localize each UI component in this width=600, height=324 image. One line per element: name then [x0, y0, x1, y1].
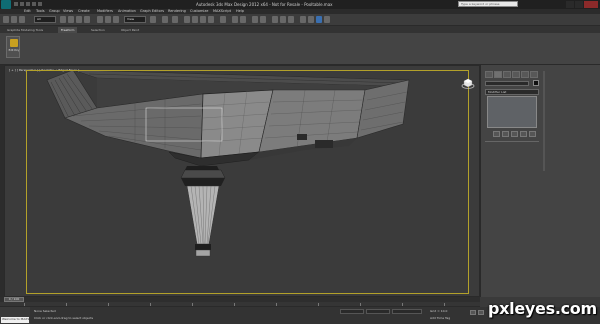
- rotate-icon[interactable]: [105, 16, 111, 23]
- prompt-line: Click or click-and-drag to select object…: [34, 316, 94, 320]
- perspective-viewport[interactable]: [ + ] [ Perspective ] [ Realistic + Edge…: [4, 65, 480, 297]
- maxscript-listener-input[interactable]: Welcome to MAXScript: [1, 317, 36, 323]
- select-object-icon[interactable]: [60, 16, 66, 23]
- ruler-tick: [234, 303, 235, 306]
- ruler-tick: [444, 303, 445, 306]
- rendered-frame-icon[interactable]: [308, 16, 314, 23]
- grid-spacing: Grid = 10.0: [430, 309, 448, 313]
- motion-tab-icon[interactable]: [512, 71, 520, 78]
- make-unique-icon[interactable]: [511, 131, 518, 137]
- remove-modifier-icon[interactable]: [520, 131, 527, 137]
- align-icon[interactable]: [240, 16, 246, 23]
- command-panel: Modifier List: [480, 65, 600, 297]
- command-panel-scrollbar[interactable]: [543, 71, 545, 171]
- create-tab-icon[interactable]: [485, 71, 493, 78]
- scale-icon[interactable]: [113, 16, 119, 23]
- set-key-button[interactable]: [478, 310, 484, 315]
- search-input[interactable]: Type a keyword or phrase: [458, 1, 518, 7]
- new-file-icon[interactable]: [14, 2, 18, 6]
- ruler-tick: [66, 303, 67, 306]
- render-teapot-icon[interactable]: [324, 16, 330, 23]
- ruler-tick: [108, 303, 109, 306]
- edit-poly-icon: [10, 39, 18, 47]
- object-color-swatch[interactable]: [533, 80, 539, 86]
- hierarchy-tab-icon[interactable]: [503, 71, 511, 78]
- undo-icon[interactable]: [32, 2, 36, 6]
- selection-region-icon[interactable]: [76, 16, 82, 23]
- graphite-toggle-icon[interactable]: [260, 16, 266, 23]
- ruler-tick: [276, 303, 277, 306]
- layer-manager-icon[interactable]: [252, 16, 258, 23]
- close-button[interactable]: [584, 1, 598, 8]
- x-coordinate-field[interactable]: [340, 309, 364, 314]
- ruler-tick: [150, 303, 151, 306]
- ruler-tick: [24, 303, 25, 306]
- schematic-view-icon[interactable]: [280, 16, 286, 23]
- select-and-manipulate-icon[interactable]: [162, 16, 168, 23]
- redo-icon[interactable]: [11, 16, 17, 23]
- object-name-field[interactable]: [485, 81, 529, 86]
- y-coordinate-field[interactable]: [366, 309, 390, 314]
- viewcube-icon[interactable]: [461, 76, 475, 90]
- select-link-icon[interactable]: [19, 16, 25, 23]
- modify-tab-icon[interactable]: [494, 71, 502, 78]
- main-toolbar: All View: [0, 14, 600, 26]
- selection-status: None Selected: [34, 309, 56, 313]
- curve-editor-icon[interactable]: [272, 16, 278, 23]
- selection-filter-dropdown[interactable]: All: [34, 16, 56, 23]
- auto-key-button[interactable]: [470, 310, 476, 315]
- ruler-tick: [318, 303, 319, 306]
- ribbon-panel: Edit Poly: [0, 33, 600, 65]
- open-file-icon[interactable]: [20, 2, 24, 6]
- snap-toggle-icon[interactable]: [184, 16, 190, 23]
- maximize-button[interactable]: [575, 1, 583, 8]
- keyboard-shortcut-icon[interactable]: [172, 16, 178, 23]
- app-logo-icon[interactable]: [1, 0, 11, 9]
- material-editor-icon[interactable]: [288, 16, 294, 23]
- configure-modifier-sets-icon[interactable]: [529, 131, 536, 137]
- minimize-button[interactable]: [566, 1, 574, 8]
- pin-stack-icon[interactable]: [493, 131, 500, 137]
- command-panel-tabs: [485, 71, 539, 78]
- redo-icon[interactable]: [38, 2, 42, 6]
- ribbon-tab-bar: Graphite Modeling Tools Freeform Selecti…: [0, 26, 600, 33]
- window-crossing-icon[interactable]: [84, 16, 90, 23]
- safe-frame: [26, 70, 469, 294]
- pxleyes-watermark: pxleyes.com: [488, 299, 597, 318]
- display-tab-icon[interactable]: [521, 71, 529, 78]
- reference-coordinate-dropdown[interactable]: View: [124, 16, 146, 23]
- add-time-tag-button[interactable]: Add Time Tag: [430, 316, 450, 320]
- percent-snap-icon[interactable]: [200, 16, 206, 23]
- render-production-icon[interactable]: [316, 16, 322, 23]
- edit-poly-label: Edit Poly: [8, 49, 20, 52]
- ruler-tick: [402, 303, 403, 306]
- select-by-name-icon[interactable]: [68, 16, 74, 23]
- ruler-tick: [360, 303, 361, 306]
- move-icon[interactable]: [97, 16, 103, 23]
- edit-poly-button[interactable]: Edit Poly: [6, 36, 20, 58]
- mirror-icon[interactable]: [232, 16, 238, 23]
- z-coordinate-field[interactable]: [392, 309, 422, 314]
- ruler-tick: [192, 303, 193, 306]
- pivot-center-icon[interactable]: [150, 16, 156, 23]
- show-end-result-icon[interactable]: [502, 131, 509, 137]
- window-title: Autodesk 3ds Max Design 2012 x64 - Not f…: [196, 2, 333, 7]
- modifier-list-dropdown[interactable]: Modifier List: [485, 89, 539, 95]
- utilities-tab-icon[interactable]: [530, 71, 538, 78]
- angle-snap-icon[interactable]: [192, 16, 198, 23]
- undo-icon[interactable]: [3, 16, 9, 23]
- named-selection-icon[interactable]: [220, 16, 226, 23]
- title-bar: Autodesk 3ds Max Design 2012 x64 - Not f…: [0, 0, 600, 9]
- render-setup-icon[interactable]: [300, 16, 306, 23]
- panel-divider: [485, 141, 539, 142]
- modifier-stack[interactable]: [487, 96, 537, 128]
- spinner-snap-icon[interactable]: [208, 16, 214, 23]
- maxscript-mini-listener[interactable]: Welcome to MAXScript: [0, 307, 36, 324]
- save-file-icon[interactable]: [26, 2, 30, 6]
